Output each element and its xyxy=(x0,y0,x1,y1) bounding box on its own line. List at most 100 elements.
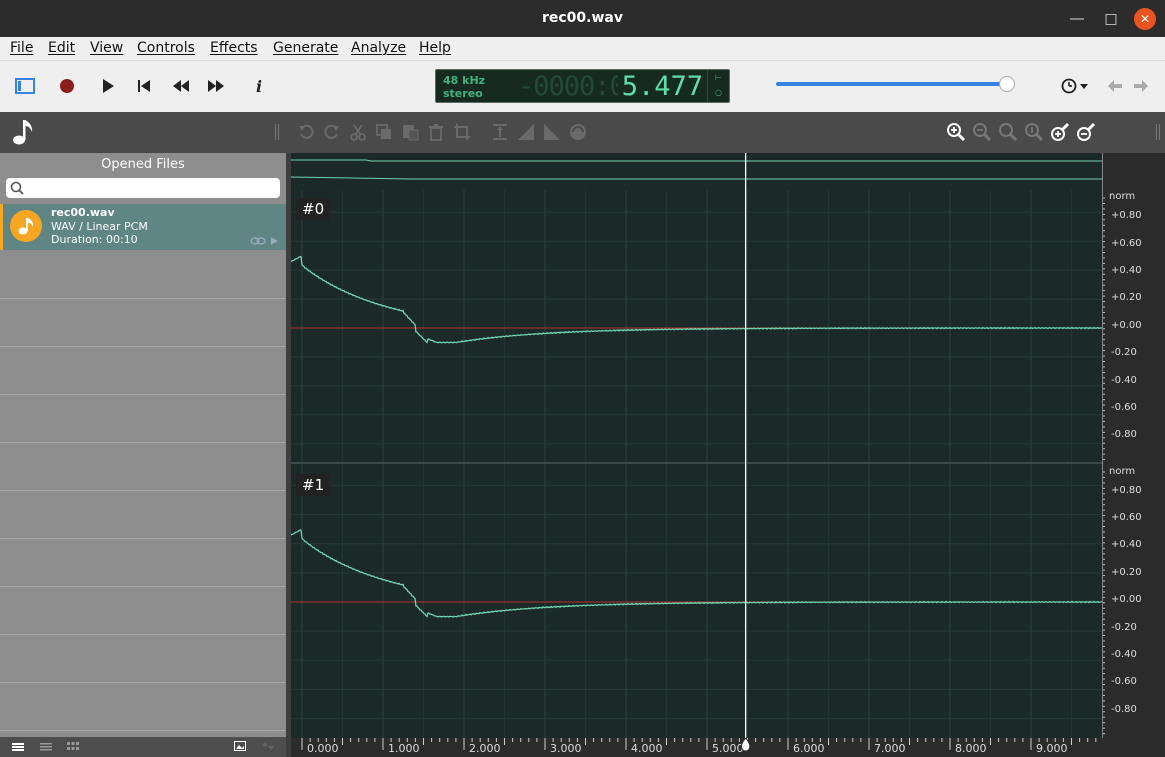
resample-icon[interactable] xyxy=(568,122,588,142)
link-icon[interactable] xyxy=(250,236,266,246)
list-divider xyxy=(0,634,286,635)
minimize-icon[interactable]: ― xyxy=(1066,8,1088,30)
list-divider xyxy=(0,586,286,587)
time-label: 0.000 xyxy=(307,742,339,755)
list-divider xyxy=(0,298,286,299)
channel-mode: stereo xyxy=(443,87,483,100)
tick-label: -0.60 xyxy=(1111,676,1137,687)
time-label: 1.000 xyxy=(388,742,420,755)
scale-corner xyxy=(1102,738,1165,757)
fade-in-icon[interactable] xyxy=(516,122,536,142)
display-mode-toggle[interactable]: ⊢ ○ xyxy=(707,70,729,102)
list-divider xyxy=(0,394,286,395)
compact-view-icon[interactable] xyxy=(40,743,52,751)
menu-file[interactable]: File xyxy=(10,40,33,56)
menu-view[interactable]: View xyxy=(90,40,123,56)
zoom-fit-icon[interactable] xyxy=(1024,122,1044,142)
playback-slider-knob[interactable] xyxy=(999,76,1015,92)
zoom-selection-icon[interactable] xyxy=(998,122,1018,142)
record-icon[interactable] xyxy=(54,73,80,99)
menu-generate[interactable]: Generate xyxy=(273,40,338,56)
time-label: 8.000 xyxy=(955,742,987,755)
time-display[interactable]: 48 kHz stereo -0000:00:0 5.477 ⊢ ○ xyxy=(435,69,730,103)
tick-label: +0.40 xyxy=(1111,539,1142,550)
time-label: 9.000 xyxy=(1036,742,1068,755)
file-list-item[interactable]: rec00.wav WAV / Linear PCM Duration: 00:… xyxy=(0,204,286,250)
cursor-marker[interactable] xyxy=(740,737,751,752)
list-view-icon[interactable] xyxy=(12,743,24,751)
zoom-in-vertical-icon[interactable] xyxy=(1050,122,1070,142)
delete-icon[interactable] xyxy=(426,122,446,142)
playback-slider[interactable] xyxy=(776,82,1008,86)
track-label-1: #1 xyxy=(296,474,331,496)
arrow-left-icon[interactable] xyxy=(1102,73,1128,99)
scale-title-0: norm xyxy=(1109,191,1136,202)
skip-start-icon[interactable] xyxy=(131,73,157,99)
menu-effects[interactable]: Effects xyxy=(210,40,258,56)
time-label: 2.000 xyxy=(469,742,501,755)
info-icon[interactable]: i xyxy=(246,73,272,99)
sort-icon[interactable] xyxy=(262,741,274,751)
close-icon[interactable]: ✕ xyxy=(1134,8,1156,30)
menu-edit[interactable]: Edit xyxy=(48,40,75,56)
undo-icon[interactable] xyxy=(296,122,316,142)
audio-file-icon xyxy=(10,210,42,242)
list-divider xyxy=(0,442,286,443)
track-label-0: #0 xyxy=(296,198,331,220)
menu-controls[interactable]: Controls xyxy=(137,40,195,56)
tick-label: +0.40 xyxy=(1111,265,1142,276)
copy-icon[interactable] xyxy=(374,122,394,142)
zoom-in-icon[interactable] xyxy=(946,122,966,142)
tick-label: +0.20 xyxy=(1111,292,1142,303)
strip-handle-right-icon[interactable] xyxy=(1155,122,1163,142)
arrow-right-icon[interactable] xyxy=(1128,73,1154,99)
history-icon[interactable] xyxy=(1058,73,1092,99)
strip-handle-icon[interactable] xyxy=(274,122,282,142)
time-scale[interactable]: 0.000 1.000 2.000 3.000 4.000 5.000 6.000 7.000… xyxy=(291,737,1102,757)
title-bar: rec00.wav ― □ ✕ xyxy=(0,0,1165,37)
waveform-canvas[interactable] xyxy=(290,153,1103,738)
tick-label: +0.60 xyxy=(1111,238,1142,249)
list-divider xyxy=(0,538,286,539)
sidebar-toggle-icon[interactable] xyxy=(12,73,38,99)
file-name: rec00.wav xyxy=(51,206,115,219)
fade-out-icon[interactable] xyxy=(542,122,562,142)
paste-icon[interactable] xyxy=(400,122,420,142)
scale-title-1: norm xyxy=(1109,466,1136,477)
maximize-icon[interactable]: □ xyxy=(1100,8,1122,30)
tick-label: +0.00 xyxy=(1111,594,1142,605)
search-icon xyxy=(10,181,24,195)
tick-label: -0.40 xyxy=(1111,649,1137,660)
image-view-icon[interactable] xyxy=(234,741,246,751)
menu-analyze[interactable]: Analyze xyxy=(351,40,406,56)
cut-icon[interactable] xyxy=(348,122,368,142)
grid-view-icon[interactable] xyxy=(67,742,79,751)
fast-forward-icon[interactable] xyxy=(203,73,229,99)
play-small-icon[interactable] xyxy=(269,236,279,246)
waveform-view[interactable] xyxy=(290,153,1103,738)
search-field[interactable] xyxy=(26,180,274,196)
search-input[interactable] xyxy=(6,178,280,198)
app-window: rec00.wav ― □ ✕ File Edit View Controls … xyxy=(0,0,1165,757)
sample-rate: 48 kHz xyxy=(443,74,486,87)
overview-strip xyxy=(291,153,1102,189)
time-position: 5.477 xyxy=(617,71,703,102)
crop-icon[interactable] xyxy=(452,122,472,142)
file-sidebar: Opened Files rec00.wav WAV / Linear PCM … xyxy=(0,153,286,737)
rewind-icon[interactable] xyxy=(168,73,194,99)
zoom-out-vertical-icon[interactable] xyxy=(1076,122,1096,142)
normalize-icon[interactable] xyxy=(490,122,510,142)
window-title: rec00.wav xyxy=(541,10,623,26)
play-icon[interactable] xyxy=(95,73,121,99)
redo-icon[interactable] xyxy=(322,122,342,142)
list-divider xyxy=(0,346,286,347)
tick-label: -0.20 xyxy=(1111,347,1137,358)
time-label: 6.000 xyxy=(793,742,825,755)
music-note-icon xyxy=(10,118,38,146)
zoom-out-icon[interactable] xyxy=(972,122,992,142)
tick-label: +0.80 xyxy=(1111,210,1142,221)
file-format: WAV / Linear PCM xyxy=(51,220,148,233)
sidebar-footer xyxy=(0,737,290,757)
menu-help[interactable]: Help xyxy=(419,40,451,56)
list-divider xyxy=(0,682,286,683)
